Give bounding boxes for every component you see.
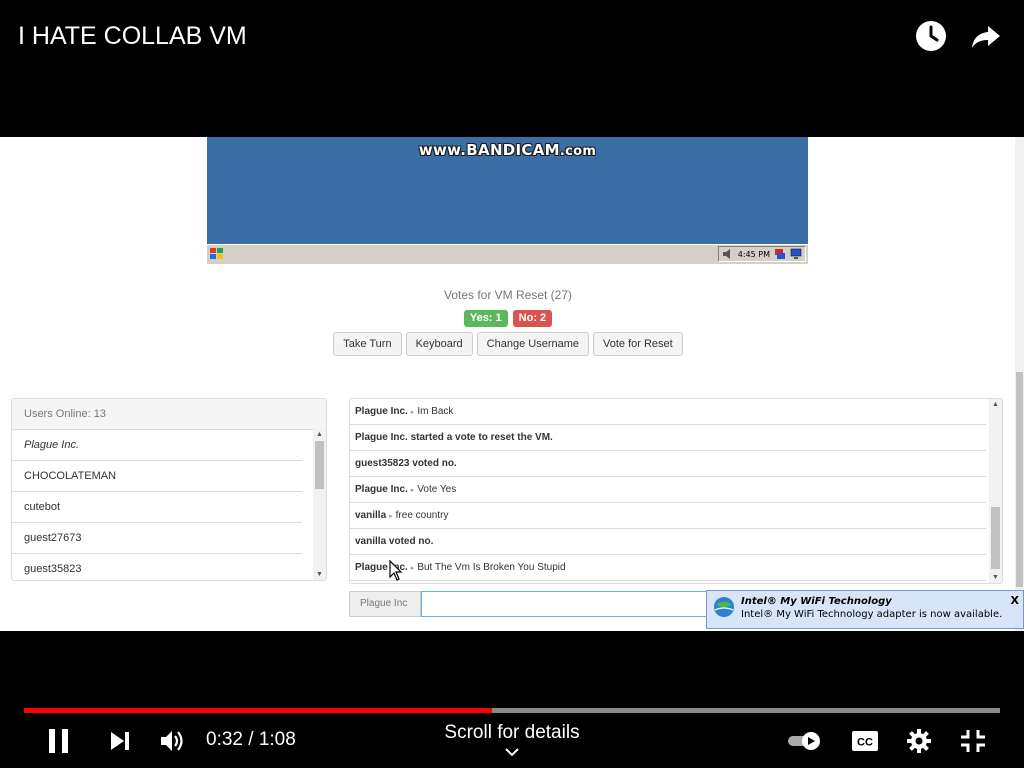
message-arrow-icon: ▸ [389, 513, 393, 520]
video-title: I HATE COLLAB VM [18, 22, 247, 50]
take-turn-button[interactable]: Take Turn [333, 332, 402, 356]
bandicam-watermark: www.BANDICAM.com [418, 141, 597, 159]
chat-system-message: guest35823 voted no. [350, 451, 986, 477]
user-list-item[interactable]: Plague Inc. [12, 430, 302, 461]
vote-no-badge: No: 2 [512, 310, 553, 327]
progress-played [24, 708, 493, 713]
chat-message: Plague Inc. ▸ Vote Yes [350, 477, 986, 503]
autoplay-toggle-icon[interactable] [787, 731, 823, 751]
user-list-item[interactable]: guest27673 [12, 523, 302, 554]
svg-text:CC: CC [857, 737, 873, 749]
users-online-header: Users Online: 13 [12, 399, 326, 430]
notification-close-button[interactable]: X [1011, 594, 1019, 607]
mouse-cursor-icon [389, 560, 403, 581]
chat-system-message: vanilla voted no. [350, 529, 986, 555]
user-list-item[interactable]: guest35823 [12, 554, 302, 580]
system-tray: 4:45 PM [717, 246, 806, 262]
scroll-up-arrow-icon[interactable]: ▲ [316, 431, 323, 438]
notification-title: Intel® My WiFi Technology [741, 596, 892, 607]
message-arrow-icon: ▸ [410, 409, 415, 416]
users-scroll-thumb[interactable] [315, 441, 324, 489]
user-list-item[interactable]: CHOCOLATEMAN [12, 461, 302, 492]
settings-gear-icon[interactable] [906, 728, 932, 754]
wifi-globe-icon [714, 597, 734, 617]
scroll-up-arrow-icon[interactable]: ▲ [992, 401, 999, 408]
monitor-tray-icon[interactable] [790, 248, 802, 260]
vm-taskbar: 4:45 PM [207, 244, 808, 264]
chat-message-input[interactable] [421, 591, 721, 617]
page-scroll-thumb[interactable] [1016, 372, 1023, 587]
user-list-item[interactable]: cutebot [12, 492, 302, 523]
captions-icon[interactable]: CC [851, 730, 879, 752]
scroll-down-arrow-icon[interactable]: ▼ [316, 571, 323, 578]
windows-start-icon[interactable] [209, 247, 224, 261]
chat-username-label: Plague Inc [349, 591, 421, 617]
users-online-panel: Users Online: 13 Plague Inc. CHOCOLATEMA… [11, 398, 327, 581]
wifi-notification[interactable]: Intel® My WiFi Technology Intel® My WiFi… [706, 590, 1024, 629]
video-progress-bar[interactable] [24, 708, 1000, 713]
chat-scrollbar[interactable]: ▲ ▼ [989, 399, 1002, 583]
network-tray-icon[interactable] [774, 248, 786, 260]
vote-reset-title: Votes for VM Reset (27) [443, 288, 573, 302]
users-scrollbar[interactable]: ▲ ▼ [313, 429, 326, 580]
chat-message: vanilla ▸ free country [350, 503, 986, 529]
speaker-tray-icon[interactable] [722, 248, 734, 260]
vm-action-buttons: Take Turn Keyboard Change Username Vote … [0, 332, 1016, 356]
message-arrow-icon: ▸ [410, 565, 415, 572]
vote-badges: Yes: 1 No: 2 [0, 310, 1016, 327]
chat-message: Plague Inc. ▸ Im Back [350, 399, 986, 425]
tray-clock: 4:45 PM [737, 249, 770, 259]
scroll-down-arrow-icon[interactable]: ▼ [992, 574, 999, 581]
chat-system-message: Plague Inc. started a vote to reset the … [350, 425, 986, 451]
keyboard-button[interactable]: Keyboard [405, 332, 473, 356]
chat-panel: Plague Inc. ▸ Im Back Plague Inc. started … [349, 398, 1003, 584]
vote-reset-button[interactable]: Vote for Reset [593, 332, 683, 356]
notification-body: Intel® My WiFi Technology adapter is now… [741, 609, 1003, 620]
message-arrow-icon: ▸ [410, 487, 415, 494]
page-scrollbar[interactable] [1015, 137, 1024, 631]
chat-message: Plague Inc. ▸ But The Vm Is Broken You Stu… [350, 555, 986, 581]
change-username-button[interactable]: Change Username [476, 332, 590, 356]
chat-scroll-thumb[interactable] [991, 507, 1000, 569]
exit-fullscreen-icon[interactable] [960, 729, 986, 753]
watch-later-icon[interactable] [915, 20, 947, 52]
share-icon[interactable] [970, 20, 1002, 52]
vote-yes-badge: Yes: 1 [463, 310, 508, 327]
video-frame[interactable]: www.BANDICAM.com 4:45 PM Votes for VM Re… [0, 137, 1024, 631]
chevron-down-icon[interactable] [504, 746, 520, 758]
